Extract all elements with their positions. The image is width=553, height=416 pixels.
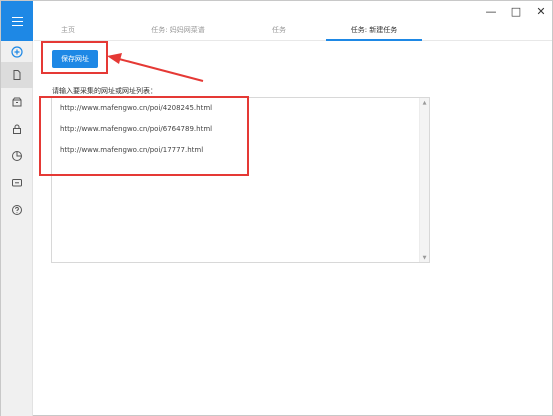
vertical-scrollbar[interactable]: ▲ ▼: [419, 98, 429, 262]
url-list-label: 请输入要采集的网址或网址列表：: [52, 87, 157, 95]
tab-task-recipe[interactable]: 任务: 妈妈网菜谱: [128, 23, 228, 41]
document-icon: [13, 70, 21, 80]
scroll-down-arrow-icon[interactable]: ▼: [420, 253, 429, 262]
pie-chart-icon: [12, 151, 22, 161]
help-icon: [12, 205, 22, 215]
sidebar-item-box[interactable]: [1, 89, 33, 115]
sidebar-item-help[interactable]: [1, 197, 33, 223]
tab-new-task[interactable]: 任务: 新建任务: [326, 23, 422, 41]
sidebar-item-lock[interactable]: [1, 116, 33, 142]
sidebar-item-message[interactable]: [1, 170, 33, 196]
sidebar-item-document[interactable]: [1, 62, 33, 88]
app-window: — □ ✕ 主页 任务: 妈妈网菜谱 任务 任务: 新建任务 保存网址 请输入要…: [0, 0, 553, 416]
tab-home[interactable]: 主页: [34, 23, 102, 41]
annotation-box-urls: [39, 96, 249, 176]
sidebar-item-chart[interactable]: [1, 143, 33, 169]
close-button[interactable]: ✕: [529, 3, 553, 19]
add-circle-icon: [11, 46, 23, 58]
menu-button[interactable]: [1, 1, 33, 41]
tab-task[interactable]: 任务: [244, 23, 314, 41]
annotation-box-save-button: [41, 41, 108, 74]
scroll-up-arrow-icon[interactable]: ▲: [420, 98, 429, 107]
box-icon: [12, 97, 22, 107]
message-icon: [12, 179, 22, 187]
lock-icon: [13, 124, 21, 134]
tab-bar: 主页 任务: 妈妈网菜谱 任务 任务: 新建任务: [34, 23, 552, 41]
hamburger-icon: [11, 16, 23, 26]
minimize-button[interactable]: —: [479, 3, 503, 19]
maximize-button[interactable]: □: [504, 3, 528, 19]
sidebar: [1, 1, 33, 416]
